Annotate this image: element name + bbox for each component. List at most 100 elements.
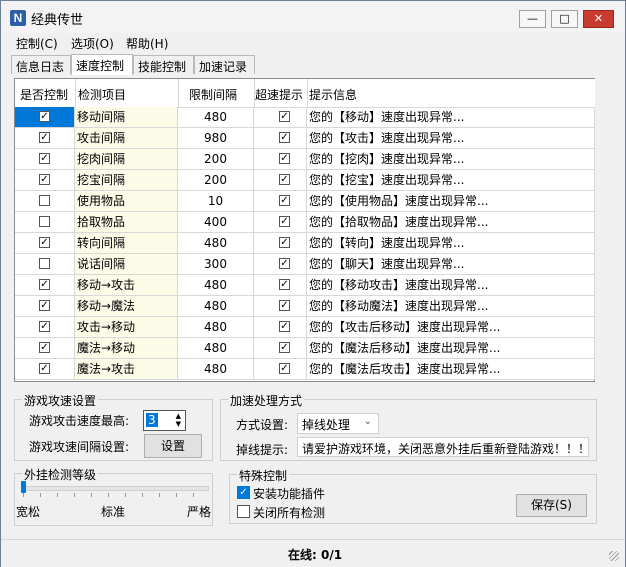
menu-control[interactable]: 控制(C) <box>16 35 58 52</box>
table-row[interactable]: ✓ 挖宝间隔 200 ✓ 您的【挖宝】速度出现异常... <box>15 170 595 191</box>
warn-checkbox[interactable]: ✓ <box>279 300 290 311</box>
max-speed-stepper[interactable]: 3 ▲ ▼ <box>143 410 186 431</box>
message-cell[interactable]: 您的【使用物品】速度出现异常... <box>307 191 595 212</box>
message-cell[interactable]: 您的【拾取物品】速度出现异常... <box>307 212 595 233</box>
control-cell[interactable]: ✓ <box>15 128 75 149</box>
control-checkbox[interactable]: ✓ <box>39 237 50 248</box>
control-checkbox[interactable]: ✓ <box>39 363 50 374</box>
control-cell[interactable] <box>15 212 75 233</box>
message-cell[interactable]: 您的【魔法后攻击】速度出现异常... <box>307 359 595 380</box>
control-checkbox[interactable] <box>39 258 50 269</box>
warn-cell[interactable]: ✓ <box>254 128 307 149</box>
message-cell[interactable]: 您的【挖肉】速度出现异常... <box>307 149 595 170</box>
header-warn[interactable]: 超速提示 <box>255 86 303 103</box>
table-row[interactable]: ✓ 移动→魔法 480 ✓ 您的【移动魔法】速度出现异常... <box>15 296 595 317</box>
limit-cell[interactable]: 480 <box>178 107 254 128</box>
warn-checkbox[interactable]: ✓ <box>279 237 290 248</box>
warn-cell[interactable]: ✓ <box>254 170 307 191</box>
control-checkbox[interactable] <box>39 216 50 227</box>
limit-cell[interactable]: 10 <box>178 191 254 212</box>
menu-help[interactable]: 帮助(H) <box>126 35 168 52</box>
table-row[interactable]: ✓ 移动→攻击 480 ✓ 您的【移动攻击】速度出现异常... <box>15 275 595 296</box>
control-cell[interactable]: ✓ <box>15 170 75 191</box>
header-message[interactable]: 提示信息 <box>309 86 357 103</box>
message-cell[interactable]: 您的【移动】速度出现异常... <box>307 107 595 128</box>
close-all-label[interactable]: 关闭所有检测 <box>253 504 325 521</box>
set-button[interactable]: 设置 <box>144 434 202 458</box>
warn-cell[interactable]: ✓ <box>254 254 307 275</box>
control-checkbox[interactable]: ✓ <box>39 342 50 353</box>
control-cell[interactable]: ✓ <box>15 296 75 317</box>
close-all-checkbox[interactable] <box>237 505 250 518</box>
control-checkbox[interactable]: ✓ <box>39 132 50 143</box>
warn-cell[interactable]: ✓ <box>254 212 307 233</box>
message-cell[interactable]: 您的【移动魔法】速度出现异常... <box>307 296 595 317</box>
control-checkbox[interactable]: ✓ <box>39 111 50 122</box>
limit-cell[interactable]: 200 <box>178 149 254 170</box>
control-cell[interactable]: ✓ <box>15 149 75 170</box>
limit-cell[interactable]: 480 <box>178 296 254 317</box>
control-cell[interactable] <box>15 191 75 212</box>
warn-cell[interactable]: ✓ <box>254 359 307 380</box>
warn-checkbox[interactable]: ✓ <box>279 195 290 206</box>
control-checkbox[interactable]: ✓ <box>39 279 50 290</box>
tab-speed-control[interactable]: 速度控制 <box>71 54 133 75</box>
warn-cell[interactable]: ✓ <box>254 107 307 128</box>
table-row[interactable]: ✓ 转向间隔 480 ✓ 您的【转向】速度出现异常... <box>15 233 595 254</box>
limit-cell[interactable]: 980 <box>178 128 254 149</box>
control-checkbox[interactable]: ✓ <box>39 321 50 332</box>
limit-cell[interactable]: 480 <box>178 233 254 254</box>
limit-cell[interactable]: 480 <box>178 338 254 359</box>
tab-skill-control[interactable]: 技能控制 <box>133 55 194 74</box>
message-cell[interactable]: 您的【攻击后移动】速度出现异常... <box>307 317 595 338</box>
warn-checkbox[interactable]: ✓ <box>279 132 290 143</box>
save-button[interactable]: 保存(S) <box>516 494 587 517</box>
limit-cell[interactable]: 480 <box>178 359 254 380</box>
message-cell[interactable]: 您的【聊天】速度出现异常... <box>307 254 595 275</box>
limit-cell[interactable]: 480 <box>178 275 254 296</box>
control-checkbox[interactable] <box>39 195 50 206</box>
control-cell[interactable]: ✓ <box>15 359 75 380</box>
control-checkbox[interactable]: ✓ <box>39 153 50 164</box>
control-cell[interactable]: ✓ <box>15 275 75 296</box>
warn-cell[interactable]: ✓ <box>254 233 307 254</box>
stepper-arrows-icon[interactable]: ▲ ▼ <box>176 412 181 428</box>
warn-checkbox[interactable]: ✓ <box>279 153 290 164</box>
header-control[interactable]: 是否控制 <box>20 86 68 103</box>
method-select[interactable]: 掉线处理 ⌄ <box>297 413 379 434</box>
warn-cell[interactable]: ✓ <box>254 317 307 338</box>
detect-level-slider[interactable] <box>22 486 209 491</box>
control-checkbox[interactable]: ✓ <box>39 300 50 311</box>
message-cell[interactable]: 您的【移动攻击】速度出现异常... <box>307 275 595 296</box>
limit-cell[interactable]: 200 <box>178 170 254 191</box>
slider-thumb[interactable] <box>21 481 26 493</box>
maximize-button[interactable]: □ <box>551 10 578 28</box>
warn-checkbox[interactable]: ✓ <box>279 111 290 122</box>
message-cell[interactable]: 您的【攻击】速度出现异常... <box>307 128 595 149</box>
warn-checkbox[interactable]: ✓ <box>279 258 290 269</box>
table-row[interactable]: ✓ 挖肉间隔 200 ✓ 您的【挖肉】速度出现异常... <box>15 149 595 170</box>
install-plugin-checkbox[interactable]: ✓ <box>237 486 250 499</box>
table-row[interactable]: ✓ 攻击→移动 480 ✓ 您的【攻击后移动】速度出现异常... <box>15 317 595 338</box>
warn-checkbox[interactable]: ✓ <box>279 363 290 374</box>
limit-cell[interactable]: 480 <box>178 317 254 338</box>
title-bar[interactable]: N 经典传世 — □ ✕ <box>1 1 625 33</box>
control-cell[interactable] <box>15 254 75 275</box>
warn-cell[interactable]: ✓ <box>254 149 307 170</box>
warn-cell[interactable]: ✓ <box>254 296 307 317</box>
install-plugin-label[interactable]: 安装功能插件 <box>253 485 325 502</box>
close-button[interactable]: ✕ <box>583 10 614 28</box>
table-row[interactable]: ✓ 魔法→攻击 480 ✓ 您的【魔法后攻击】速度出现异常... <box>15 359 595 380</box>
warn-checkbox[interactable]: ✓ <box>279 174 290 185</box>
control-cell[interactable]: ✓ <box>15 338 75 359</box>
warn-checkbox[interactable]: ✓ <box>279 279 290 290</box>
tab-accel-log[interactable]: 加速记录 <box>194 55 255 74</box>
message-cell[interactable]: 您的【魔法后移动】速度出现异常... <box>307 338 595 359</box>
limit-cell[interactable]: 300 <box>178 254 254 275</box>
table-row[interactable]: 说话间隔 300 ✓ 您的【聊天】速度出现异常... <box>15 254 595 275</box>
tab-info-log[interactable]: 信息日志 <box>11 55 71 74</box>
table-row[interactable]: ✓ 攻击间隔 980 ✓ 您的【攻击】速度出现异常... <box>15 128 595 149</box>
warn-checkbox[interactable]: ✓ <box>279 342 290 353</box>
warn-cell[interactable]: ✓ <box>254 338 307 359</box>
message-cell[interactable]: 您的【挖宝】速度出现异常... <box>307 170 595 191</box>
